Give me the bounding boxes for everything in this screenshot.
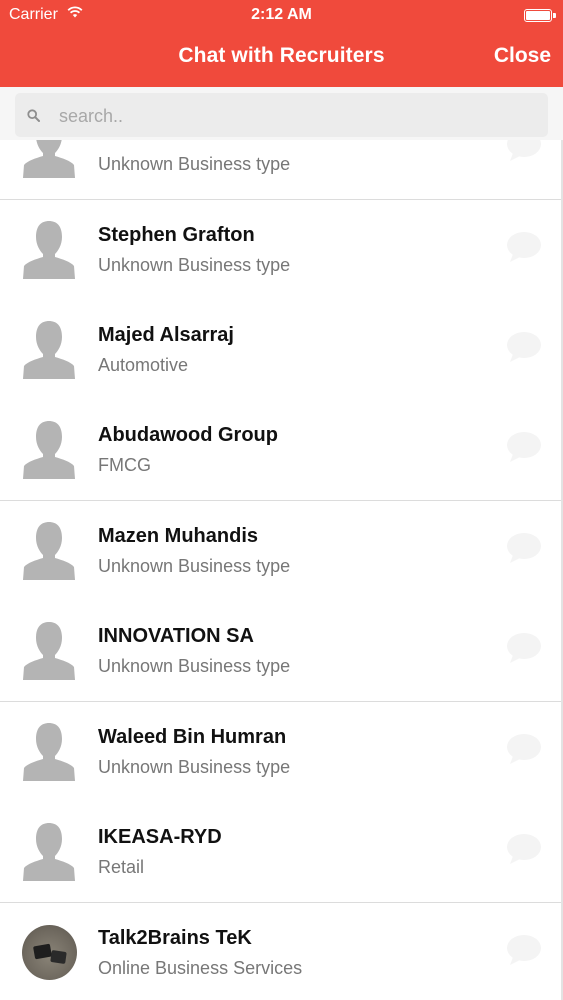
list-item[interactable]: Abudawood Group FMCG	[0, 400, 563, 501]
list-item[interactable]: IKEASA-RYD Retail	[0, 802, 563, 903]
person-placeholder-icon	[23, 622, 75, 680]
status-time: 2:12 AM	[251, 6, 312, 23]
list-item[interactable]: INNOVATION SA Unknown Business type	[0, 601, 563, 702]
business-type: Online Business Services	[98, 958, 303, 978]
business-type: FMCG	[98, 455, 151, 475]
search-icon	[27, 109, 40, 122]
photo-avatar	[22, 925, 77, 980]
person-placeholder-icon	[23, 421, 75, 479]
person-placeholder-icon	[23, 140, 75, 178]
business-type: Unknown Business type	[98, 154, 291, 174]
business-type: Unknown Business type	[98, 556, 291, 576]
business-type: Unknown Business type	[98, 757, 291, 777]
list-item[interactable]: Majed Alsarraj Automotive	[0, 300, 563, 401]
recruiter-name: IKEASA-RYD	[98, 826, 222, 848]
list-item[interactable]: Stephen Grafton Unknown Business type	[0, 200, 563, 301]
business-type: Automotive	[98, 355, 189, 375]
close-button[interactable]: Close	[494, 44, 551, 68]
recruiter-name: Talk2Brains TeK	[98, 927, 252, 949]
search-field[interactable]	[15, 93, 548, 137]
recruiter-name: Abudawood Group	[98, 424, 278, 446]
recruiter-list[interactable]: Unknown Business type Stephen Grafton Un…	[0, 140, 563, 1000]
recruiter-name: Mazen Muhandis	[98, 525, 259, 547]
list-item[interactable]: Talk2Brains TeK Online Business Services	[0, 903, 563, 1000]
battery-icon	[524, 9, 556, 22]
list-item[interactable]: Unknown Business type	[0, 140, 563, 200]
chat-bubble-icon[interactable]	[505, 430, 543, 464]
search-input[interactable]	[57, 97, 541, 135]
recruiter-name: INNOVATION SA	[98, 625, 254, 647]
person-placeholder-icon	[23, 522, 75, 580]
list-item[interactable]: Waleed Bin Humran Unknown Business type	[0, 702, 563, 803]
chat-bubble-icon[interactable]	[505, 531, 543, 565]
business-type: Unknown Business type	[98, 656, 291, 676]
chat-bubble-icon[interactable]	[505, 330, 543, 364]
page-title: Chat with Recruiters	[178, 44, 385, 67]
chat-bubble-icon[interactable]	[505, 140, 543, 163]
business-type: Unknown Business type	[98, 255, 291, 275]
person-placeholder-icon	[23, 221, 75, 279]
recruiter-name: Majed Alsarraj	[98, 324, 234, 346]
search-bar	[0, 87, 563, 140]
list-item[interactable]: Mazen Muhandis Unknown Business type	[0, 501, 563, 602]
navigation-bar: Carrier 2:12 AM Chat with Recruiters Clo…	[0, 0, 563, 87]
recruiter-name: Waleed Bin Humran	[98, 726, 287, 748]
person-placeholder-icon	[23, 823, 75, 881]
chat-bubble-icon[interactable]	[505, 933, 543, 967]
recruiter-name: Stephen Grafton	[98, 224, 255, 246]
business-type: Retail	[98, 857, 145, 877]
person-placeholder-icon	[23, 723, 75, 781]
chat-bubble-icon[interactable]	[505, 732, 543, 766]
person-placeholder-icon	[23, 321, 75, 379]
status-bar: Carrier 2:12 AM	[0, 0, 563, 30]
chat-bubble-icon[interactable]	[505, 631, 543, 665]
chat-bubble-icon[interactable]	[505, 832, 543, 866]
chat-bubble-icon[interactable]	[505, 230, 543, 264]
